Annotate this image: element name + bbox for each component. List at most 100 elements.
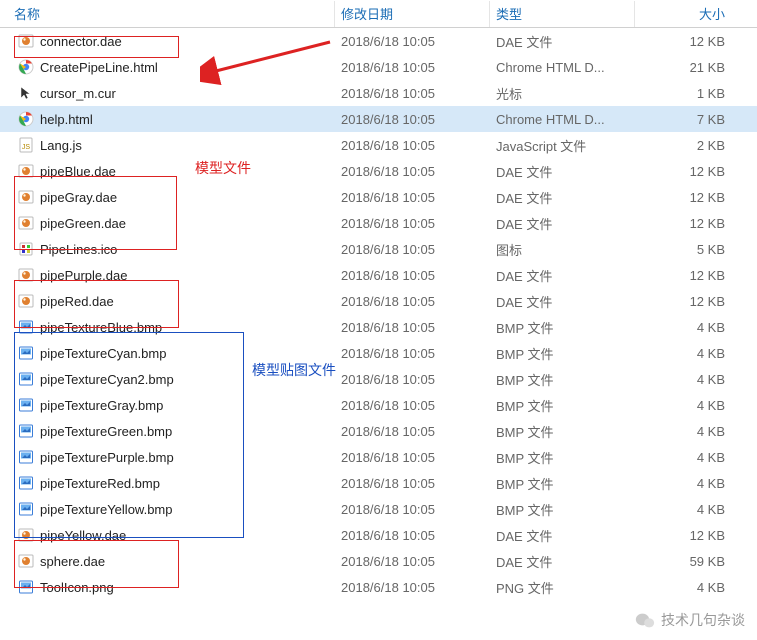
svg-text:JS: JS: [22, 144, 31, 151]
file-size: 4 KB: [635, 392, 745, 418]
dae-file-icon: [18, 293, 34, 309]
file-type: DAE 文件: [490, 184, 635, 210]
file-name: connector.dae: [40, 34, 122, 49]
dae-file-icon: [18, 527, 34, 543]
watermark: 技术几句杂谈: [635, 610, 745, 630]
file-date: 2018/6/18 10:05: [335, 548, 490, 574]
file-type: BMP 文件: [490, 340, 635, 366]
file-row[interactable]: pipeGreen.dae2018/6/18 10:05DAE 文件12 KB: [0, 210, 757, 236]
file-row[interactable]: pipeTextureBlue.bmp2018/6/18 10:05BMP 文件…: [0, 314, 757, 340]
file-type: DAE 文件: [490, 548, 635, 574]
header-type[interactable]: 类型: [490, 1, 635, 27]
file-size: 4 KB: [635, 444, 745, 470]
file-row[interactable]: pipeTextureRed.bmp2018/6/18 10:05BMP 文件4…: [0, 470, 757, 496]
file-row[interactable]: pipeTextureCyan2.bmp2018/6/18 10:05BMP 文…: [0, 366, 757, 392]
file-size: 7 KB: [635, 106, 745, 132]
file-type: BMP 文件: [490, 444, 635, 470]
file-row[interactable]: pipeTextureGray.bmp 2018/6/18 10:05BMP 文件…: [0, 392, 757, 418]
file-name: ToolIcon.png: [40, 580, 114, 595]
file-type: Chrome HTML D...: [490, 54, 635, 80]
bmp-file-icon: [18, 449, 34, 465]
file-type: BMP 文件: [490, 392, 635, 418]
file-type: DAE 文件: [490, 262, 635, 288]
file-name: Lang.js: [40, 138, 82, 153]
file-size: 2 KB: [635, 132, 745, 158]
file-row[interactable]: cursor_m.cur2018/6/18 10:05光标1 KB: [0, 80, 757, 106]
file-date: 2018/6/18 10:05: [335, 470, 490, 496]
file-row[interactable]: ToolIcon.png 2018/6/18 10:05PNG 文件4 KB: [0, 574, 757, 600]
file-size: 4 KB: [635, 496, 745, 522]
bmp-file-icon: [18, 501, 34, 517]
file-name: pipeGray.dae: [40, 190, 117, 205]
file-date: 2018/6/18 10:05: [335, 106, 490, 132]
file-row[interactable]: pipeTextureCyan.bmp2018/6/18 10:05BMP 文件…: [0, 340, 757, 366]
file-name: pipeBlue.dae: [40, 164, 116, 179]
file-row[interactable]: pipeGray.dae 2018/6/18 10:05DAE 文件12 KB: [0, 184, 757, 210]
file-date: 2018/6/18 10:05: [335, 262, 490, 288]
file-date: 2018/6/18 10:05: [335, 54, 490, 80]
file-row[interactable]: help.html2018/6/18 10:05Chrome HTML D...…: [0, 106, 757, 132]
file-name: pipeTextureGray.bmp: [40, 398, 163, 413]
file-date: 2018/6/18 10:05: [335, 288, 490, 314]
file-name: cursor_m.cur: [40, 86, 116, 101]
bmp-file-icon: [18, 319, 34, 335]
file-row[interactable]: connector.dae2018/6/18 10:05DAE 文件12 KB: [0, 28, 757, 54]
file-size: 12 KB: [635, 184, 745, 210]
file-date: 2018/6/18 10:05: [335, 418, 490, 444]
file-row[interactable]: sphere.dae2018/6/18 10:05DAE 文件59 KB: [0, 548, 757, 574]
file-type: Chrome HTML D...: [490, 106, 635, 132]
ico-file-icon: [18, 241, 34, 257]
column-header[interactable]: 名称 修改日期 类型 大小: [0, 0, 757, 28]
chrome-file-icon: [18, 59, 34, 75]
file-date: 2018/6/18 10:05: [335, 184, 490, 210]
file-size: 4 KB: [635, 418, 745, 444]
file-name: pipeGreen.dae: [40, 216, 126, 231]
file-type: 光标: [490, 80, 635, 106]
file-size: 4 KB: [635, 470, 745, 496]
file-name: PipeLines.ico: [40, 242, 117, 257]
dae-file-icon: [18, 267, 34, 283]
watermark-text: 技术几句杂谈: [661, 610, 745, 630]
file-date: 2018/6/18 10:05: [335, 210, 490, 236]
file-size: 4 KB: [635, 574, 745, 600]
file-name: CreatePipeLine.html: [40, 60, 158, 75]
file-row[interactable]: pipeRed.dae2018/6/18 10:05DAE 文件12 KB: [0, 288, 757, 314]
file-date: 2018/6/18 10:05: [335, 340, 490, 366]
header-name[interactable]: 名称: [0, 1, 335, 27]
file-size: 4 KB: [635, 366, 745, 392]
file-date: 2018/6/18 10:05: [335, 522, 490, 548]
file-row[interactable]: pipeTextureGreen.bmp2018/6/18 10:05BMP 文…: [0, 418, 757, 444]
file-type: 图标: [490, 236, 635, 262]
file-date: 2018/6/18 10:05: [335, 158, 490, 184]
file-name: pipeTextureGreen.bmp: [40, 424, 172, 439]
file-size: 21 KB: [635, 54, 745, 80]
file-name: sphere.dae: [40, 554, 105, 569]
dae-file-icon: [18, 553, 34, 569]
file-date: 2018/6/18 10:05: [335, 28, 490, 54]
file-name: pipeTextureYellow.bmp: [40, 502, 173, 517]
file-row[interactable]: pipeYellow.dae2018/6/18 10:05DAE 文件12 KB: [0, 522, 757, 548]
file-date: 2018/6/18 10:05: [335, 496, 490, 522]
chrome-file-icon: [18, 111, 34, 127]
file-type: PNG 文件: [490, 574, 635, 600]
file-row[interactable]: CreatePipeLine.html 2018/6/18 10:05Chrome…: [0, 54, 757, 80]
header-size[interactable]: 大小: [635, 1, 745, 27]
file-list: connector.dae2018/6/18 10:05DAE 文件12 KBC…: [0, 28, 757, 600]
file-date: 2018/6/18 10:05: [335, 574, 490, 600]
file-row[interactable]: PipeLines.ico2018/6/18 10:05图标5 KB: [0, 236, 757, 262]
file-name: pipeRed.dae: [40, 294, 114, 309]
file-row[interactable]: pipeBlue.dae2018/6/18 10:05DAE 文件12 KB: [0, 158, 757, 184]
file-size: 5 KB: [635, 236, 745, 262]
bmp-file-icon: [18, 475, 34, 491]
wechat-icon: [635, 612, 655, 628]
file-row[interactable]: pipePurple.dae2018/6/18 10:05DAE 文件12 KB: [0, 262, 757, 288]
file-row[interactable]: JSLang.js2018/6/18 10:05JavaScript 文件2 K…: [0, 132, 757, 158]
header-date[interactable]: 修改日期: [335, 1, 490, 27]
file-row[interactable]: pipeTextureYellow.bmp2018/6/18 10:05BMP …: [0, 496, 757, 522]
file-type: JavaScript 文件: [490, 132, 635, 158]
dae-file-icon: [18, 215, 34, 231]
file-size: 12 KB: [635, 522, 745, 548]
file-date: 2018/6/18 10:05: [335, 392, 490, 418]
file-name: pipeTexturePurple.bmp: [40, 450, 174, 465]
file-row[interactable]: pipeTexturePurple.bmp2018/6/18 10:05BMP …: [0, 444, 757, 470]
